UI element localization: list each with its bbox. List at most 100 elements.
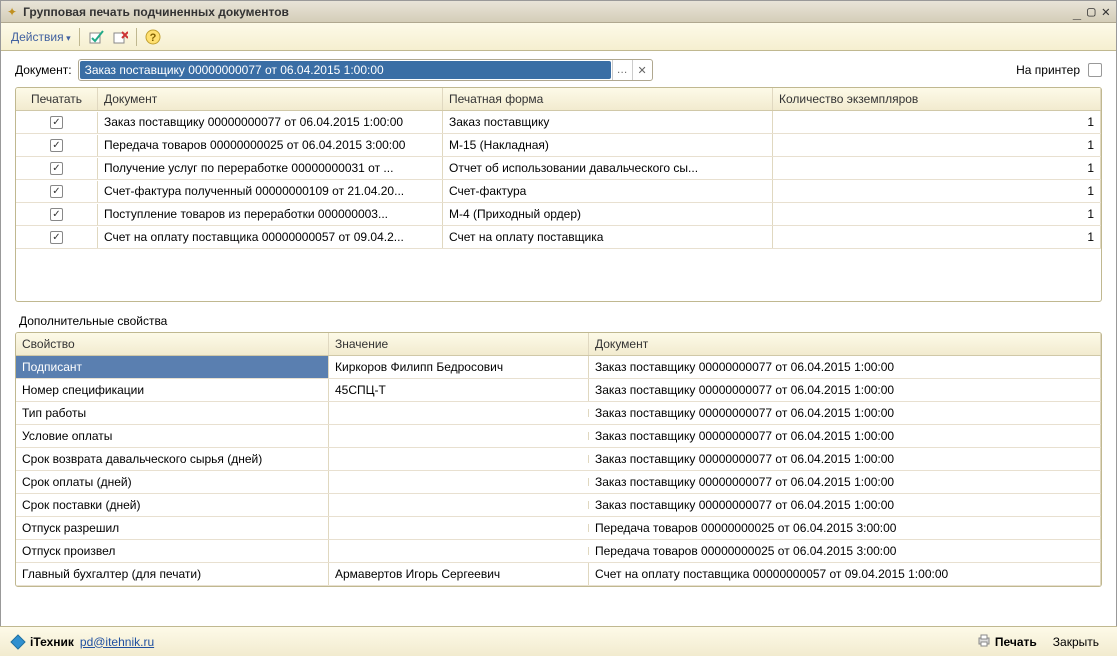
document-input[interactable]: Заказ поставщику 00000000077 от 06.04.20…	[78, 59, 653, 81]
actions-menu[interactable]: Действия	[7, 28, 75, 46]
grid-header: Печатать Документ Печатная форма Количес…	[16, 88, 1101, 111]
clear-button[interactable]: ✕	[632, 60, 652, 80]
app-icon: ✦	[7, 5, 17, 19]
table-row[interactable]: Тип работы Заказ поставщику 00000000077 о…	[16, 402, 1101, 425]
val-cell[interactable]: Армавертов Игорь Сергеевич	[329, 563, 589, 585]
form-cell: Счет на оплату поставщика	[443, 226, 773, 248]
uncheck-all-button[interactable]	[110, 27, 130, 47]
table-row[interactable]: Поступление товаров из переработки 00000…	[16, 203, 1101, 226]
prop-cell: Срок возврата давальческого сырья (дней)	[16, 448, 329, 470]
toolbar: Действия ?	[1, 23, 1116, 51]
form-cell: Заказ поставщику	[443, 111, 773, 133]
val-cell[interactable]: Киркоров Филипп Бедросович	[329, 356, 589, 378]
table-row[interactable]: Счет на оплату поставщика 00000000057 от…	[16, 226, 1101, 249]
table-row[interactable]: Заказ поставщику 00000000077 от 06.04.20…	[16, 111, 1101, 134]
checkbox-icon[interactable]	[50, 208, 63, 221]
header-print[interactable]: Печатать	[16, 88, 98, 110]
to-printer-checkbox[interactable]	[1088, 63, 1102, 77]
header-qty[interactable]: Количество экземпляров	[773, 88, 1101, 110]
checkbox-icon[interactable]	[50, 185, 63, 198]
separator	[136, 28, 137, 46]
documents-grid: Печатать Документ Печатная форма Количес…	[15, 87, 1102, 302]
prop-cell: Тип работы	[16, 402, 329, 424]
val-cell[interactable]	[329, 409, 589, 417]
printer-icon	[977, 633, 991, 650]
qty-cell[interactable]: 1	[773, 203, 1101, 225]
doc-cell: Заказ поставщику 00000000077 от 06.04.20…	[589, 494, 1101, 516]
val-cell[interactable]	[329, 455, 589, 463]
doc-cell: Счет-фактура полученный 00000000109 от 2…	[98, 180, 443, 202]
help-button[interactable]: ?	[143, 27, 163, 47]
val-cell[interactable]	[329, 501, 589, 509]
table-row[interactable]: ПодписантКиркоров Филипп БедросовичЗаказ…	[16, 356, 1101, 379]
doc-cell: Заказ поставщику 00000000077 от 06.04.20…	[589, 471, 1101, 493]
header-document[interactable]: Документ	[98, 88, 443, 110]
print-cell[interactable]	[16, 158, 98, 179]
val-cell[interactable]: 45СПЦ-Т	[329, 379, 589, 401]
table-row[interactable]: Срок возврата давальческого сырья (дней)…	[16, 448, 1101, 471]
qty-cell[interactable]: 1	[773, 180, 1101, 202]
val-cell[interactable]	[329, 432, 589, 440]
doc-cell: Передача товаров 00000000025 от 06.04.20…	[98, 134, 443, 156]
doc-cell: Передача товаров 00000000025 от 06.04.20…	[589, 517, 1101, 539]
close-button[interactable]: ✕	[1102, 4, 1110, 20]
prop-cell: Срок оплаты (дней)	[16, 471, 329, 493]
doc-cell: Получение услуг по переработке 000000000…	[98, 157, 443, 179]
check-all-button[interactable]	[86, 27, 106, 47]
val-cell[interactable]	[329, 524, 589, 532]
print-cell[interactable]	[16, 181, 98, 202]
table-row[interactable]: Отпуск разрешилПередача товаров 00000000…	[16, 517, 1101, 540]
table-row[interactable]: Срок оплаты (дней) Заказ поставщику 00000…	[16, 471, 1101, 494]
to-printer-label: На принтер	[1016, 63, 1080, 77]
qty-cell[interactable]: 1	[773, 226, 1101, 248]
doc-cell: Заказ поставщику 00000000077 от 06.04.20…	[589, 448, 1101, 470]
document-label: Документ:	[15, 63, 72, 77]
table-row[interactable]: Отпуск произвелПередача товаров 00000000…	[16, 540, 1101, 563]
qty-cell[interactable]: 1	[773, 134, 1101, 156]
header-value[interactable]: Значение	[329, 333, 589, 355]
table-row[interactable]: Условие оплатыЗаказ поставщику 000000000…	[16, 425, 1101, 448]
checkbox-icon[interactable]	[50, 139, 63, 152]
header-document[interactable]: Документ	[589, 333, 1101, 355]
maximize-button[interactable]: ▢	[1087, 4, 1095, 20]
val-cell[interactable]	[329, 478, 589, 486]
header-form[interactable]: Печатная форма	[443, 88, 773, 110]
prop-cell: Отпуск произвел	[16, 540, 329, 562]
doc-cell: Счет на оплату поставщика 00000000057 от…	[589, 563, 1101, 585]
checkbox-icon[interactable]	[50, 162, 63, 175]
minimize-button[interactable]: _	[1073, 4, 1081, 20]
val-cell[interactable]	[329, 547, 589, 555]
print-cell[interactable]	[16, 204, 98, 225]
brand-text: iТехник	[30, 635, 74, 649]
table-row[interactable]: Передача товаров 00000000025 от 06.04.20…	[16, 134, 1101, 157]
table-row[interactable]: Номер спецификации45СПЦ-ТЗаказ поставщик…	[16, 379, 1101, 402]
form-cell: Отчет об использовании давальческого сы.…	[443, 157, 773, 179]
checkbox-icon[interactable]	[50, 231, 63, 244]
props-section-label: Дополнительные свойства	[15, 302, 1102, 332]
doc-cell: Поступление товаров из переработки 00000…	[98, 203, 443, 225]
prop-cell: Главный бухгалтер (для печати)	[16, 563, 329, 585]
table-row[interactable]: Главный бухгалтер (для печати)Армавертов…	[16, 563, 1101, 586]
close-button-footer[interactable]: Закрыть	[1045, 632, 1107, 652]
qty-cell[interactable]: 1	[773, 111, 1101, 133]
print-cell[interactable]	[16, 227, 98, 248]
titlebar: ✦ Групповая печать подчиненных документо…	[1, 1, 1116, 23]
select-button[interactable]: …	[612, 60, 632, 80]
print-button[interactable]: Печать	[969, 630, 1045, 653]
checkbox-icon[interactable]	[50, 116, 63, 129]
header-property[interactable]: Свойство	[16, 333, 329, 355]
doc-cell: Заказ поставщику 00000000077 от 06.04.20…	[589, 402, 1101, 424]
doc-cell: Заказ поставщику 00000000077 от 06.04.20…	[589, 379, 1101, 401]
prop-cell: Условие оплаты	[16, 425, 329, 447]
separator	[79, 28, 80, 46]
table-row[interactable]: Получение услуг по переработке 000000000…	[16, 157, 1101, 180]
document-row: Документ: Заказ поставщику 00000000077 о…	[1, 51, 1116, 87]
print-cell[interactable]	[16, 112, 98, 133]
print-label: Печать	[995, 635, 1037, 649]
print-cell[interactable]	[16, 135, 98, 156]
email-link[interactable]: pd@itehnik.ru	[80, 635, 154, 649]
window-title: Групповая печать подчиненных документов	[23, 5, 1067, 19]
qty-cell[interactable]: 1	[773, 157, 1101, 179]
table-row[interactable]: Счет-фактура полученный 00000000109 от 2…	[16, 180, 1101, 203]
table-row[interactable]: Срок поставки (дней)Заказ поставщику 000…	[16, 494, 1101, 517]
